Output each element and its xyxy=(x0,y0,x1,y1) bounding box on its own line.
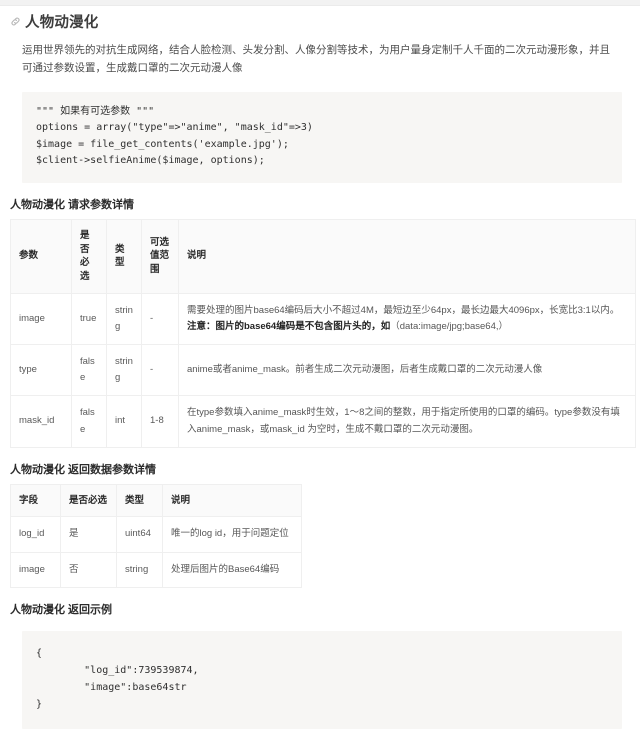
doc-page: 人物动漫化 运用世界领先的对抗生成网络，结合人脸检测、头发分割、人像分割等技术，… xyxy=(0,11,640,729)
column-header-required: 是否必选 xyxy=(60,483,117,518)
cell-param-name: image xyxy=(10,292,72,346)
column-header-range: 可选值范围 xyxy=(141,218,179,294)
cell-description: anime或者anime_mask。前者生成二次元动漫图，后者生成戴口罩的二次元… xyxy=(178,344,636,397)
cell-param-name: type xyxy=(10,344,72,397)
cell-type: string xyxy=(106,292,142,346)
code-sample-php: """ 如果有可选参数 """ options = array("type"=>… xyxy=(22,91,622,183)
cell-field-name: log_id xyxy=(10,516,61,553)
cell-range: - xyxy=(141,292,179,346)
page-title: 人物动漫化 xyxy=(10,11,628,32)
table-row: mask_id false int 1-8 在type参数填入anime_mas… xyxy=(10,395,636,448)
page-title-text: 人物动漫化 xyxy=(25,15,99,31)
column-header-description: 说明 xyxy=(178,218,636,294)
cell-range: - xyxy=(141,344,179,397)
cell-required: 否 xyxy=(60,551,117,588)
link-anchor-icon[interactable] xyxy=(10,16,21,27)
cell-range: 1-8 xyxy=(141,395,179,448)
desc-text: 需要处理的图片base64编码后大小不超过4M，最短边至少64px，最长边最大4… xyxy=(187,304,620,316)
column-header-param: 参数 xyxy=(10,218,72,294)
table-row: image 否 string 处理后图片的Base64编码 xyxy=(10,551,302,588)
table-row: log_id 是 uint64 唯一的log id，用于问题定位 xyxy=(10,516,302,553)
page-intro: 运用世界领先的对抗生成网络，结合人脸检测、头发分割、人像分割等技术，为用户量身定… xyxy=(22,44,610,75)
cell-required: true xyxy=(71,292,107,346)
cell-required: false xyxy=(71,344,107,397)
desc-tail: （data:image/jpg;base64,） xyxy=(390,320,509,332)
column-header-description: 说明 xyxy=(162,483,302,518)
response-example-heading: 人物动漫化 返回示例 xyxy=(10,603,113,616)
table-row: type false string - anime或者anime_mask。前者… xyxy=(10,344,636,397)
cell-required: 是 xyxy=(60,516,117,553)
cell-field-name: image xyxy=(10,551,61,588)
response-example-code: { "log_id":739539874, "image":base64str … xyxy=(22,630,622,729)
cell-description: 唯一的log id，用于问题定位 xyxy=(162,516,302,553)
cell-required: false xyxy=(71,395,107,448)
column-header-required: 是否必选 xyxy=(71,218,107,294)
top-strip xyxy=(0,0,640,6)
cell-description: 需要处理的图片base64编码后大小不超过4M，最短边至少64px，最长边最大4… xyxy=(178,292,636,346)
table-row: image true string - 需要处理的图片base64编码后大小不超… xyxy=(10,292,636,346)
desc-emphasis: 注意：图片的base64编码是不包含图片头的，如 xyxy=(187,320,391,332)
request-params-heading: 人物动漫化 请求参数详情 xyxy=(10,198,135,211)
table-header-row: 参数 是否必选 类型 可选值范围 说明 xyxy=(10,218,636,294)
cell-description: 处理后图片的Base64编码 xyxy=(162,551,302,588)
cell-description: 在type参数填入anime_mask时生效，1～8之间的整数，用于指定所使用的… xyxy=(178,395,636,448)
column-header-type: 类型 xyxy=(116,483,163,518)
response-params-heading: 人物动漫化 返回数据参数详情 xyxy=(10,463,157,476)
column-header-field: 字段 xyxy=(10,483,61,518)
response-params-table: 字段 是否必选 类型 说明 log_id 是 uint64 唯一的log id，… xyxy=(10,483,302,588)
table-header-row: 字段 是否必选 类型 说明 xyxy=(10,483,302,518)
cell-type: int xyxy=(106,395,142,448)
column-header-type: 类型 xyxy=(106,218,142,294)
cell-type: string xyxy=(106,344,142,397)
cell-param-name: mask_id xyxy=(10,395,72,448)
cell-type: uint64 xyxy=(116,516,163,553)
cell-type: string xyxy=(116,551,163,588)
request-params-table: 参数 是否必选 类型 可选值范围 说明 image true string - … xyxy=(10,218,636,448)
